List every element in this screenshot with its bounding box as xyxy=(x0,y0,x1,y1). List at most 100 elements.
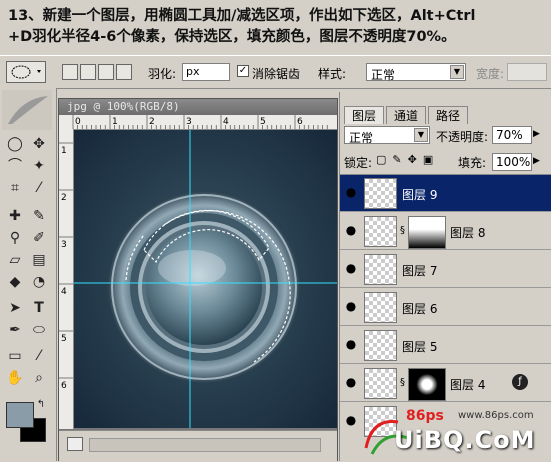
fill-label: 填充: xyxy=(458,156,487,170)
eye-icon[interactable]: ● xyxy=(342,183,360,201)
blend-mode-select[interactable]: 正常 ▼ xyxy=(344,126,430,145)
layer-thumbnail xyxy=(364,254,397,285)
antialias-label: 消除锯齿 xyxy=(252,67,301,81)
ruler-tick-label: 1 xyxy=(61,146,67,156)
chevron-down-icon: ▼ xyxy=(450,65,464,79)
layer-row-8[interactable]: ● § 图层 8 xyxy=(340,213,551,250)
ruler-tick-label: 4 xyxy=(61,287,67,297)
ruler-tick-label: 6 xyxy=(61,381,67,391)
layer-mask-thumbnail[interactable] xyxy=(408,216,446,249)
opacity-arrow-icon[interactable]: ▶ xyxy=(533,129,540,139)
width-label: 宽度: xyxy=(476,67,505,81)
layer-thumbnail xyxy=(364,216,397,247)
eyedropper-icon[interactable]: ⁄ xyxy=(28,346,50,366)
layer-row-7[interactable]: ● 图层 7 xyxy=(340,251,551,288)
ruler-tick-label: 4 xyxy=(223,117,229,127)
swap-colors-icon[interactable]: ↰ xyxy=(34,398,48,412)
eye-icon[interactable]: ● xyxy=(342,335,360,353)
layers-panel: 图层 通道 路径 正常 ▼ 不透明度: 70% ▶ 锁定: ▢✎✥▣ 填充: 1… xyxy=(339,92,551,462)
instruction-line-1: 13、新建一个图层，用椭圆工具加/减选区项，作出如下选区，Alt+Ctrl xyxy=(8,8,476,24)
lock-transparency-icon[interactable]: ▢ xyxy=(376,153,392,166)
tab-channels[interactable]: 通道 xyxy=(386,106,426,124)
blend-mode-value: 正常 xyxy=(349,131,374,145)
history-brush-icon[interactable]: ✐ xyxy=(28,228,50,248)
dodge-tool-icon[interactable]: ◔ xyxy=(28,272,50,292)
layer-effects-icon[interactable]: ƒ xyxy=(512,374,528,390)
subtract-selection-button[interactable] xyxy=(98,64,114,80)
eye-icon[interactable]: ● xyxy=(342,297,360,315)
layer-row-4[interactable]: ● § 图层 4 ƒ xyxy=(340,365,551,402)
ruler-tick-label: 6 xyxy=(297,117,303,127)
style-select[interactable]: 正常 ▼ xyxy=(366,63,466,82)
eraser-tool-icon[interactable]: ▱ xyxy=(4,250,26,270)
eye-icon[interactable]: ● xyxy=(342,221,360,239)
fill-input[interactable]: 100% xyxy=(492,153,532,171)
eye-icon[interactable]: ● xyxy=(342,373,360,391)
link-icon: § xyxy=(400,377,405,388)
lock-all-icon[interactable]: ▣ xyxy=(423,153,439,166)
eye-icon[interactable]: ● xyxy=(342,259,360,277)
type-tool-icon[interactable]: T xyxy=(28,298,50,318)
layer-row-6[interactable]: ● 图层 6 xyxy=(340,289,551,326)
crop-tool-icon[interactable]: ⌗ xyxy=(4,178,26,198)
fill-arrow-icon[interactable]: ▶ xyxy=(533,156,540,166)
layer-row-5[interactable]: ● 图层 5 xyxy=(340,327,551,364)
tab-paths[interactable]: 路径 xyxy=(428,106,468,124)
layer-mask-thumbnail[interactable] xyxy=(408,368,446,401)
new-selection-button[interactable] xyxy=(62,64,78,80)
lock-move-icon[interactable]: ✥ xyxy=(408,153,423,166)
slice-tool-icon[interactable]: ⁄ xyxy=(28,178,50,198)
layer-name: 图层 9 xyxy=(402,188,438,202)
horizontal-scrollbar[interactable] xyxy=(89,438,321,452)
ellipse-shape-icon[interactable]: ⬭ xyxy=(28,320,50,340)
instruction-text: 13、新建一个图层，用椭圆工具加/减选区项，作出如下选区，Alt+Ctrl +D… xyxy=(8,6,545,48)
ruler-tick-label: 0 xyxy=(75,117,81,127)
marquee-tool-icon[interactable]: ◯ xyxy=(4,134,26,154)
add-to-selection-button[interactable] xyxy=(80,64,96,80)
ruler-tick-label: 5 xyxy=(61,334,67,344)
watermark: 86ps www.86ps.com UiBQ.CoM xyxy=(358,408,551,461)
feather-input[interactable]: px xyxy=(182,63,230,81)
style-select-value: 正常 xyxy=(371,68,396,82)
tool-preset-picker[interactable] xyxy=(6,61,46,83)
magic-wand-icon[interactable]: ✦ xyxy=(28,156,50,176)
feather-label: 羽化: xyxy=(148,67,177,81)
gradient-tool-icon[interactable]: ▤ xyxy=(28,250,50,270)
ellipse-marquee-icon xyxy=(11,65,41,79)
feather-logo-icon xyxy=(2,90,52,130)
ruler-tick-label: 5 xyxy=(260,117,266,127)
blur-tool-icon[interactable]: ◆ xyxy=(4,272,26,292)
intersect-selection-button[interactable] xyxy=(116,64,132,80)
brush-tool-icon[interactable]: ✎ xyxy=(28,206,50,226)
ruler-tick-label: 3 xyxy=(186,117,192,127)
move-tool-icon[interactable]: ✥ xyxy=(28,134,50,154)
status-menu-icon[interactable] xyxy=(67,437,83,451)
notes-tool-icon[interactable]: ▭ xyxy=(4,346,26,366)
document-window: jpg @ 100%(RGB/8) 0 1 2 3 4 5 6 1 2 3 4 5 6 xyxy=(58,98,338,461)
instruction-line-2: +D羽化半径4-6个像素，保持选区，填充颜色，图层不透明度70%。 xyxy=(8,29,456,45)
layer-row-9[interactable]: ● 图层 9 xyxy=(340,175,551,212)
ruler-tick-label: 1 xyxy=(112,117,118,127)
layer-name: 图层 7 xyxy=(402,264,438,278)
tab-layers[interactable]: 图层 xyxy=(344,106,384,124)
foreground-color-swatch-top xyxy=(6,402,34,428)
healing-brush-icon[interactable]: ✚ xyxy=(4,206,26,226)
antialias-checkbox[interactable]: ✓ xyxy=(237,65,249,77)
width-input[interactable] xyxy=(507,63,547,81)
link-icon: § xyxy=(400,225,405,236)
image-canvas[interactable] xyxy=(74,130,337,428)
style-label: 样式: xyxy=(318,67,347,81)
pen-tool-icon[interactable]: ✒ xyxy=(4,320,26,340)
hand-tool-icon[interactable]: ✋ xyxy=(4,368,26,388)
layer-thumbnail xyxy=(364,178,397,209)
path-select-icon[interactable]: ➤ xyxy=(4,298,26,318)
watermark-site-url: www.86ps.com xyxy=(458,410,534,421)
zoom-tool-icon[interactable]: ⌕ xyxy=(28,368,50,388)
lock-paint-icon[interactable]: ✎ xyxy=(392,153,407,166)
opacity-input[interactable]: 70% xyxy=(492,126,532,144)
horizontal-ruler: 0 1 2 3 4 5 6 xyxy=(59,115,337,130)
lasso-tool-icon[interactable]: ⌒ xyxy=(4,156,26,176)
lock-label: 锁定: xyxy=(344,156,373,170)
layer-name: 图层 4 xyxy=(450,378,486,392)
clone-stamp-icon[interactable]: ⚲ xyxy=(4,228,26,248)
